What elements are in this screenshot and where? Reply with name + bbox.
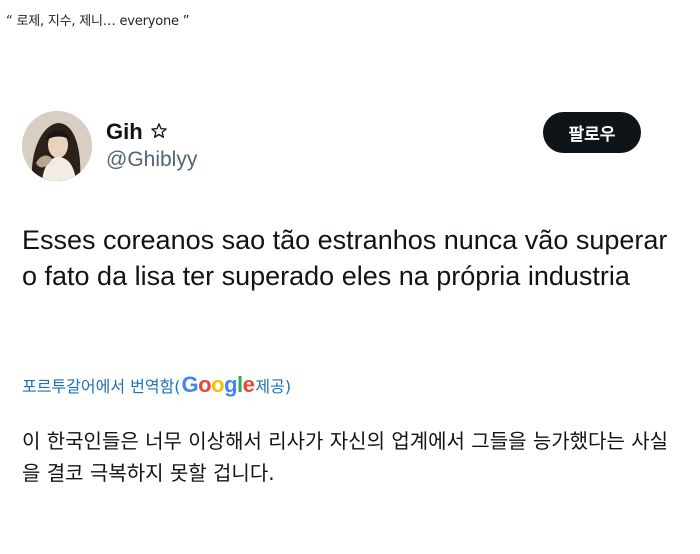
tweet-text: Esses coreanos sao tão estranhos nunca v… [22, 225, 668, 291]
user-handle[interactable]: @Ghiblyy [106, 148, 197, 172]
translated-text: 이 한국인들은 너무 이상해서 리사가 자신의 업계에서 그들을 능가했다는 사… [22, 429, 669, 485]
translation-attribution[interactable]: 포르투갈어에서 번역함( Google 제공) [22, 372, 291, 398]
translation-suffix: 제공) [255, 377, 292, 396]
avatar-photo [22, 111, 92, 181]
google-logo: Google [181, 372, 255, 397]
star-outline-icon [151, 123, 167, 138]
display-name[interactable]: Gih [106, 119, 143, 145]
post-caption: “ 로제, 지수, 제니… everyone ” [6, 14, 190, 29]
translation-prefix: 포르투갈어에서 번역함( [22, 377, 181, 396]
follow-button[interactable]: 팔로우 [543, 112, 641, 153]
avatar[interactable] [22, 111, 92, 181]
